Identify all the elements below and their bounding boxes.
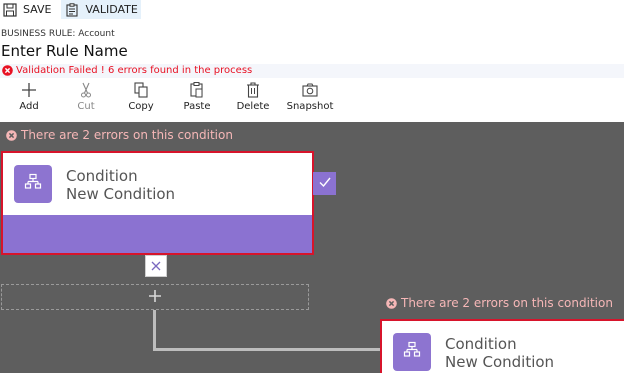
accept-condition-button[interactable] xyxy=(313,172,336,195)
camera-icon xyxy=(301,81,319,99)
condition-subtitle: New Condition xyxy=(66,185,176,203)
scissors-icon xyxy=(77,81,95,99)
condition-footer-band xyxy=(3,215,312,253)
condition2-error-text: There are 2 errors on this condition xyxy=(401,296,613,310)
validation-message-text: Validation Failed ! 6 errors found in th… xyxy=(16,65,253,76)
paste-label: Paste xyxy=(183,101,211,112)
cut-label: Cut xyxy=(77,101,95,112)
error-x-icon xyxy=(6,129,17,141)
remove-branch-button[interactable] xyxy=(145,255,167,277)
add-label: Add xyxy=(19,101,39,112)
condition-icon-box xyxy=(393,333,431,371)
condition-icon-box xyxy=(14,165,52,203)
add-step-dropzone[interactable] xyxy=(1,284,309,310)
connector-line xyxy=(153,310,156,351)
condition-subtitle: New Condition xyxy=(445,353,555,371)
validate-button[interactable]: VALIDATE xyxy=(61,0,141,19)
delete-button[interactable]: Delete xyxy=(235,80,271,120)
snapshot-button[interactable]: Snapshot xyxy=(287,80,333,120)
condition-title: Condition xyxy=(66,167,138,185)
copy-button[interactable]: Copy xyxy=(127,80,155,120)
designer-canvas[interactable]: There are 2 errors on this condition Con… xyxy=(0,122,624,373)
save-button[interactable]: SAVE xyxy=(0,0,61,19)
save-icon xyxy=(3,2,17,17)
condition1-error: There are 2 errors on this condition xyxy=(6,128,233,142)
cut-button[interactable]: Cut xyxy=(76,80,96,120)
condition-card-2[interactable]: Condition New Condition xyxy=(380,319,624,373)
validate-label: VALIDATE xyxy=(85,3,138,16)
condition2-error: There are 2 errors on this condition xyxy=(386,296,613,310)
condition-title: Condition xyxy=(445,335,517,353)
condition1-error-text: There are 2 errors on this condition xyxy=(21,128,233,142)
checkmark-icon xyxy=(318,174,332,193)
plus-icon xyxy=(148,288,162,307)
snapshot-label: Snapshot xyxy=(286,101,334,112)
paste-icon xyxy=(188,81,206,99)
command-bar: SAVE VALIDATE xyxy=(0,0,141,19)
validation-message: Validation Failed ! 6 errors found in th… xyxy=(2,65,252,76)
copy-label: Copy xyxy=(128,101,154,112)
delete-label: Delete xyxy=(236,101,270,112)
rule-name-field[interactable]: Enter Rule Name xyxy=(1,42,128,60)
branch-icon xyxy=(403,341,421,363)
add-button[interactable]: Add xyxy=(18,80,40,120)
trash-icon xyxy=(244,81,262,99)
paste-button[interactable]: Paste xyxy=(182,80,212,120)
condition-card-1[interactable]: Condition New Condition xyxy=(1,151,314,255)
save-label: SAVE xyxy=(23,3,52,16)
copy-icon xyxy=(132,81,150,99)
clipboard-check-icon xyxy=(65,2,79,17)
error-x-icon xyxy=(386,297,397,309)
error-circle-icon xyxy=(2,65,13,76)
connector-line xyxy=(153,348,383,351)
close-icon xyxy=(150,257,162,276)
plus-icon xyxy=(20,81,38,99)
business-rule-label: BUSINESS RULE: Account xyxy=(1,29,115,39)
branch-icon xyxy=(24,173,42,195)
